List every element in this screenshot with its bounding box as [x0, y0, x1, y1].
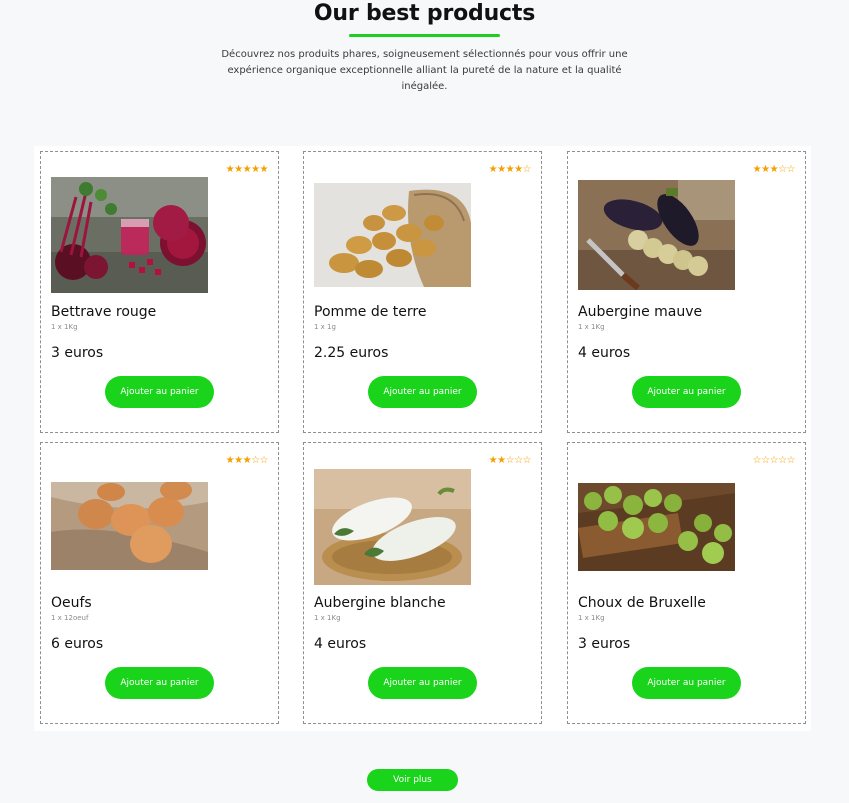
product-card: ★★☆☆☆ Aubergine blanche 1 x 1Kg 4 euros …	[303, 442, 542, 724]
star-filled-icon: ★	[761, 164, 770, 175]
star-empty-icon: ☆	[786, 164, 796, 175]
beetroot-image	[51, 177, 208, 293]
white-eggplant-image	[314, 469, 471, 585]
star-filled-icon: ★	[234, 164, 243, 175]
product-price: 6 euros	[51, 636, 104, 652]
star-empty-icon: ☆	[522, 455, 532, 466]
title-underline	[349, 34, 500, 37]
product-card: ★★★★★ Bettrave rouge 1 x 1Kg 3 euros Ajo…	[40, 151, 279, 433]
rating-stars: ☆☆☆☆☆	[752, 455, 796, 467]
star-filled-icon: ★	[488, 164, 498, 175]
add-to-cart-button[interactable]: Ajouter au panier	[632, 667, 741, 699]
add-to-cart-button[interactable]: Ajouter au panier	[105, 667, 214, 699]
star-empty-icon: ☆	[769, 455, 779, 466]
star-empty-icon: ☆	[752, 455, 762, 466]
product-unit: 1 x 1Kg	[578, 323, 605, 331]
star-filled-icon: ★	[514, 164, 523, 175]
product-price: 4 euros	[578, 345, 631, 361]
eggplant-image	[578, 180, 735, 290]
star-filled-icon: ★	[497, 455, 506, 466]
star-filled-icon: ★	[259, 164, 269, 175]
product-name: Bettrave rouge	[51, 304, 157, 320]
star-empty-icon: ☆	[778, 164, 787, 175]
star-filled-icon: ★	[242, 164, 252, 175]
add-to-cart-button[interactable]: Ajouter au panier	[368, 667, 477, 699]
product-unit: 1 x 1Kg	[578, 614, 605, 622]
star-filled-icon: ★	[251, 164, 260, 175]
eggs-image	[51, 482, 208, 570]
star-filled-icon: ★	[234, 455, 243, 466]
add-to-cart-button[interactable]: Ajouter au panier	[368, 376, 477, 408]
product-name: Aubergine mauve	[578, 304, 703, 320]
star-empty-icon: ☆	[522, 164, 532, 175]
section-title: Our best products	[313, 1, 536, 26]
rating-stars: ★★☆☆☆	[488, 455, 532, 467]
star-filled-icon: ★	[488, 455, 498, 466]
star-empty-icon: ☆	[778, 455, 787, 466]
section-header: Our best products Découvrez nos produits…	[0, 0, 849, 95]
product-unit: 1 x 12oeuf	[51, 614, 89, 622]
add-to-cart-button[interactable]: Ajouter au panier	[105, 376, 214, 408]
star-empty-icon: ☆	[786, 455, 796, 466]
product-card: ☆☆☆☆☆ Choux de Bruxelle 1 x 1Kg 3 euros …	[567, 442, 806, 724]
star-filled-icon: ★	[242, 455, 252, 466]
product-card: ★★★☆☆ Oeufs 1 x 12oeuf 6 euros Ajouter a…	[40, 442, 279, 724]
star-filled-icon: ★	[225, 455, 235, 466]
product-name: Aubergine blanche	[314, 595, 446, 611]
rating-stars: ★★★☆☆	[225, 455, 269, 467]
see-more-button[interactable]: Voir plus	[367, 769, 458, 791]
product-name: Oeufs	[51, 595, 92, 611]
star-filled-icon: ★	[505, 164, 515, 175]
add-to-cart-button[interactable]: Ajouter au panier	[632, 376, 741, 408]
star-filled-icon: ★	[225, 164, 235, 175]
product-price: 3 euros	[51, 345, 104, 361]
product-unit: 1 x 1g	[314, 323, 336, 331]
star-filled-icon: ★	[752, 164, 762, 175]
star-filled-icon: ★	[769, 164, 779, 175]
star-empty-icon: ☆	[761, 455, 770, 466]
product-unit: 1 x 1Kg	[51, 323, 78, 331]
product-price: 2.25 euros	[314, 345, 389, 361]
rating-stars: ★★★☆☆	[752, 164, 796, 176]
product-price: 4 euros	[314, 636, 367, 652]
rating-stars: ★★★★☆	[488, 164, 532, 176]
product-price: 3 euros	[578, 636, 631, 652]
star-empty-icon: ☆	[251, 455, 260, 466]
product-unit: 1 x 1Kg	[314, 614, 341, 622]
brussels-sprouts-image	[578, 483, 735, 571]
product-name: Pomme de terre	[314, 304, 427, 320]
product-card: ★★★☆☆ Aubergine mauve 1 x 1Kg 4 euros Aj…	[567, 151, 806, 433]
star-empty-icon: ☆	[514, 455, 523, 466]
star-empty-icon: ☆	[505, 455, 515, 466]
product-card: ★★★★☆ Pomme de terre 1 x 1g 2.25 euros A…	[303, 151, 542, 433]
potatoes-image	[314, 183, 471, 287]
star-filled-icon: ★	[497, 164, 506, 175]
rating-stars: ★★★★★	[225, 164, 269, 176]
star-empty-icon: ☆	[259, 455, 269, 466]
section-subtitle: Découvrez nos produits phares, soigneuse…	[221, 49, 628, 92]
product-name: Choux de Bruxelle	[578, 595, 706, 611]
